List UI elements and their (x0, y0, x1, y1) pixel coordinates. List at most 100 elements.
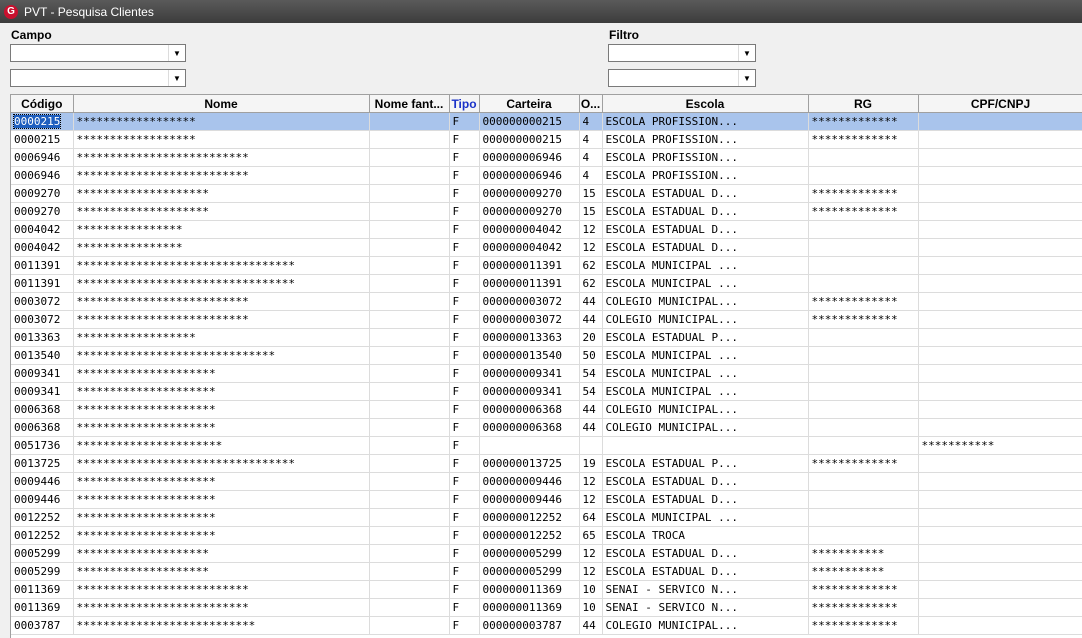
cell-nome-fantasia[interactable] (369, 274, 450, 293)
cell-carteira[interactable] (479, 436, 580, 455)
campo-combo-1[interactable]: ▼ (10, 44, 186, 62)
table-row[interactable]: 0005299 ******************** F 000000005299… (11, 544, 1082, 563)
cell-nome-fantasia[interactable] (369, 454, 450, 473)
cell-tipo[interactable]: F (449, 166, 480, 185)
cell-escola[interactable]: ESCOLA TROCA (602, 526, 809, 545)
cell-carteira[interactable]: 000000005299 (479, 562, 580, 581)
cell-o[interactable]: 4 (579, 148, 603, 167)
table-row[interactable]: 0011369 ************************** F 000000… (11, 598, 1082, 617)
cell-cpf-cnpj[interactable] (918, 562, 1082, 581)
cell-o[interactable]: 54 (579, 364, 603, 383)
cell-carteira[interactable]: 000000000215 (479, 112, 580, 131)
cell-cpf-cnpj[interactable] (918, 328, 1082, 347)
cell-rg[interactable]: ************* (808, 130, 919, 149)
cell-o[interactable]: 54 (579, 382, 603, 401)
cell-tipo[interactable]: F (449, 580, 480, 599)
cell-rg[interactable] (808, 490, 919, 509)
cell-nome[interactable]: ************************** (73, 292, 370, 311)
cell-cpf-cnpj[interactable] (918, 112, 1082, 131)
cell-escola[interactable]: ESCOLA ESTADUAL D... (602, 544, 809, 563)
cell-o[interactable]: 10 (579, 598, 603, 617)
cell-tipo[interactable]: F (449, 130, 480, 149)
cell-nome[interactable]: ****************** (73, 130, 370, 149)
cell-codigo[interactable]: 0011391 (11, 274, 74, 293)
cell-carteira[interactable]: 000000013363 (479, 328, 580, 347)
cell-rg[interactable]: ************* (808, 202, 919, 221)
cell-o[interactable]: 12 (579, 490, 603, 509)
cell-rg[interactable]: ************* (808, 292, 919, 311)
cell-escola[interactable]: ESCOLA ESTADUAL D... (602, 220, 809, 239)
table-row[interactable]: 0000215 ****************** F 000000000215 4 E… (11, 130, 1082, 149)
chevron-down-icon[interactable]: ▼ (168, 70, 185, 86)
cell-o[interactable]: 4 (579, 130, 603, 149)
cell-rg[interactable]: ************* (808, 112, 919, 131)
cell-escola[interactable]: ESCOLA ESTADUAL D... (602, 490, 809, 509)
campo-combo-2[interactable]: ▼ (10, 69, 186, 87)
column-header-tipo[interactable]: Tipo (449, 95, 480, 113)
cell-o[interactable]: 12 (579, 544, 603, 563)
cell-nome[interactable]: ********************************* (73, 454, 370, 473)
cell-cpf-cnpj[interactable] (918, 598, 1082, 617)
cell-carteira[interactable]: 000000012252 (479, 526, 580, 545)
cell-nome-fantasia[interactable] (369, 292, 450, 311)
cell-tipo[interactable]: F (449, 328, 480, 347)
cell-escola[interactable]: ESCOLA ESTADUAL P... (602, 454, 809, 473)
column-header-cpf-cnpj[interactable]: CPF/CNPJ (918, 95, 1082, 113)
cell-nome-fantasia[interactable] (369, 166, 450, 185)
cell-nome-fantasia[interactable] (369, 526, 450, 545)
cell-rg[interactable] (808, 418, 919, 437)
table-row[interactable]: 0009341 ********************* F 00000000934… (11, 364, 1082, 383)
cell-tipo[interactable]: F (449, 598, 480, 617)
cell-tipo[interactable]: F (449, 616, 480, 635)
table-row[interactable]: 0013363 ****************** F 000000013363 20… (11, 328, 1082, 347)
cell-o[interactable]: 19 (579, 454, 603, 473)
cell-tipo[interactable]: F (449, 364, 480, 383)
filtro-combo-2[interactable]: ▼ (608, 69, 756, 87)
cell-cpf-cnpj[interactable] (918, 364, 1082, 383)
cell-escola[interactable]: COLEGIO MUNICIPAL... (602, 310, 809, 329)
cell-o[interactable]: 10 (579, 580, 603, 599)
cell-nome[interactable]: ********************************* (73, 274, 370, 293)
table-row[interactable]: 0003072 ************************** F 000000… (11, 310, 1082, 329)
cell-escola[interactable]: ESCOLA MUNICIPAL ... (602, 346, 809, 365)
table-row[interactable]: 0011391 *********************************… (11, 256, 1082, 275)
cell-codigo[interactable]: 0004042 (11, 220, 74, 239)
cell-nome[interactable]: ********************* (73, 508, 370, 527)
table-row[interactable]: 0009341 ********************* F 00000000934… (11, 382, 1082, 401)
column-header-carteira[interactable]: Carteira (479, 95, 580, 113)
cell-tipo[interactable]: F (449, 382, 480, 401)
table-row[interactable]: 0011391 *********************************… (11, 274, 1082, 293)
cell-cpf-cnpj[interactable] (918, 310, 1082, 329)
cell-rg[interactable] (808, 526, 919, 545)
cell-o[interactable]: 44 (579, 400, 603, 419)
cell-nome[interactable]: ************************** (73, 580, 370, 599)
cell-o[interactable]: 15 (579, 184, 603, 203)
cell-nome-fantasia[interactable] (369, 148, 450, 167)
cell-codigo[interactable]: 0005299 (11, 544, 74, 563)
cell-codigo[interactable]: 0011391 (11, 256, 74, 275)
cell-rg[interactable]: ************* (808, 310, 919, 329)
cell-rg[interactable]: *********** (808, 544, 919, 563)
cell-tipo[interactable]: F (449, 184, 480, 203)
cell-rg[interactable] (808, 274, 919, 293)
cell-codigo[interactable]: 0051736 (11, 436, 74, 455)
cell-nome-fantasia[interactable] (369, 220, 450, 239)
cell-nome[interactable]: ******************** (73, 202, 370, 221)
cell-tipo[interactable]: F (449, 112, 480, 131)
cell-o[interactable]: 65 (579, 526, 603, 545)
cell-rg[interactable] (808, 436, 919, 455)
cell-rg[interactable] (808, 148, 919, 167)
cell-tipo[interactable]: F (449, 508, 480, 527)
cell-carteira[interactable]: 000000009446 (479, 490, 580, 509)
table-row[interactable]: 0006946 ************************** F 000000… (11, 166, 1082, 185)
cell-cpf-cnpj[interactable] (918, 382, 1082, 401)
cell-rg[interactable]: ************* (808, 616, 919, 635)
cell-rg[interactable]: *********** (808, 562, 919, 581)
table-row[interactable]: 0051736 ********************** F **********… (11, 436, 1082, 455)
cell-o[interactable]: 12 (579, 238, 603, 257)
cell-tipo[interactable]: F (449, 292, 480, 311)
cell-o[interactable]: 44 (579, 292, 603, 311)
cell-nome-fantasia[interactable] (369, 328, 450, 347)
cell-tipo[interactable]: F (449, 436, 480, 455)
cell-escola[interactable]: SENAI - SERVICO N... (602, 598, 809, 617)
